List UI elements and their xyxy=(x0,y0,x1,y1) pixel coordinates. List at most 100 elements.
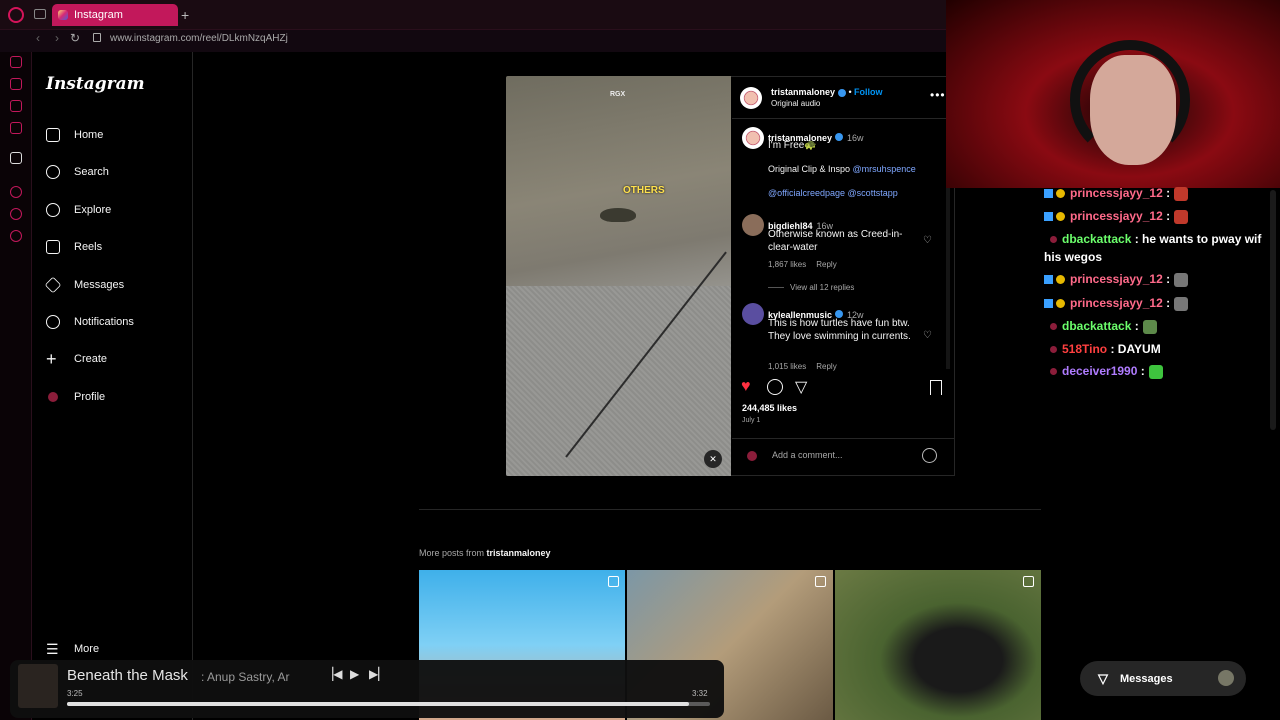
reply-button[interactable]: Reply xyxy=(816,362,836,371)
previous-track-icon[interactable]: ▕◀ xyxy=(324,667,342,681)
instagram-sidebar xyxy=(33,52,193,720)
chat-username[interactable]: princessjayy_12 xyxy=(1070,296,1163,310)
new-tab-button[interactable]: + xyxy=(181,7,189,23)
comment-meta: 1,867 likes Reply xyxy=(768,260,847,269)
play-icon[interactable]: ▶ xyxy=(350,667,359,681)
caption-avatar[interactable] xyxy=(742,127,764,149)
nav-item-home[interactable]: Home xyxy=(46,125,103,145)
mute-icon[interactable]: ✕ xyxy=(704,450,722,468)
chat-text: : DAYUM xyxy=(1107,342,1161,356)
tab-instagram[interactable]: Instagram xyxy=(52,4,178,26)
next-track-icon[interactable]: ▶▏ xyxy=(369,667,387,681)
reels-icon xyxy=(46,240,60,254)
more-posts-user[interactable]: tristanmaloney xyxy=(487,548,551,558)
emoji-icon[interactable] xyxy=(922,448,937,463)
comment-icon[interactable] xyxy=(767,379,783,395)
nav-item-label: Explore xyxy=(74,204,112,216)
mention-link[interactable]: @officialcreedpage xyxy=(768,188,845,198)
tab-switcher-icon[interactable] xyxy=(34,9,46,19)
page-scrollbar[interactable] xyxy=(1270,190,1276,430)
mention-link[interactable]: @scottstapp xyxy=(848,188,898,198)
plus-icon: + xyxy=(46,349,57,369)
nav-item-label: Create xyxy=(74,353,108,365)
comment-input[interactable]: Add a comment... xyxy=(772,450,843,460)
chat-text: : xyxy=(1162,272,1171,286)
more-posts-prefix: More posts from xyxy=(419,548,487,558)
history-icon[interactable] xyxy=(10,208,22,220)
chat-username[interactable]: princessjayy_12 xyxy=(1070,272,1163,286)
follow-button[interactable]: Follow xyxy=(854,87,883,97)
subscriber-badge-icon xyxy=(1044,299,1053,309)
comment-like-icon[interactable]: ♡ xyxy=(923,330,932,341)
avatar xyxy=(747,451,757,461)
nav-item-notifications[interactable]: Notifications xyxy=(46,312,134,332)
nav-item-search[interactable]: Search xyxy=(46,162,109,182)
share-icon[interactable]: ▽ xyxy=(795,377,807,397)
caption-credits-prefix: Original Clip & Inspo xyxy=(768,164,853,174)
view-replies[interactable]: View all 12 replies xyxy=(768,283,864,292)
more-options-icon[interactable]: ••• xyxy=(930,88,946,102)
nav-item-reels[interactable]: Reels xyxy=(46,237,102,257)
reload-icon[interactable]: ↻ xyxy=(70,31,80,45)
view-replies-label[interactable]: View all 12 replies xyxy=(790,283,854,292)
comment-likes[interactable]: 1,867 likes xyxy=(768,260,806,269)
bookmark-icon[interactable] xyxy=(930,380,942,395)
comment-avatar[interactable] xyxy=(742,214,764,236)
subscriber-badge-icon xyxy=(1044,275,1053,285)
time-elapsed: 3:25 xyxy=(67,689,83,698)
audio-label[interactable]: Original audio xyxy=(771,99,820,108)
comment-avatar[interactable] xyxy=(742,303,764,325)
reel-badge-icon xyxy=(1023,576,1034,587)
chat-username[interactable]: dbackattack xyxy=(1062,232,1131,246)
comment-likes[interactable]: 1,015 likes xyxy=(768,362,806,371)
chat-username[interactable]: princessjayy_12 xyxy=(1070,186,1163,200)
sidebar-app-icon[interactable] xyxy=(10,186,22,198)
chat-text: : xyxy=(1162,296,1171,310)
author-name[interactable]: tristanmaloney • xyxy=(771,87,852,97)
post-thumbnail[interactable] xyxy=(835,570,1041,720)
chat-message: princessjayy_12 : xyxy=(1044,294,1270,312)
chat-message: princessjayy_12 : xyxy=(1044,184,1270,202)
nav-item-messages[interactable]: Messages xyxy=(44,275,124,295)
user-badge-icon xyxy=(1050,236,1057,244)
messages-label: Messages xyxy=(1120,672,1173,685)
opera-sidebar xyxy=(0,52,32,720)
sidebar-app-icon[interactable] xyxy=(10,100,22,112)
sidebar-app-icon[interactable] xyxy=(10,56,22,68)
instagram-logo[interactable]: Instagram xyxy=(46,74,145,94)
nav-item-explore[interactable]: Explore xyxy=(46,200,111,220)
bits-badge-icon xyxy=(1056,275,1065,285)
lock-icon xyxy=(93,33,101,42)
sidebar-app-icon[interactable] xyxy=(10,152,22,164)
chat-username[interactable]: deceiver1990 xyxy=(1062,364,1137,378)
sidebar-app-icon[interactable] xyxy=(10,122,22,134)
sidebar-app-icon[interactable] xyxy=(10,78,22,90)
mention-link[interactable]: @mrsuhspence xyxy=(853,164,916,174)
heart-icon xyxy=(46,315,60,329)
chat-username[interactable]: dbackattack xyxy=(1062,319,1131,333)
comment-like-icon[interactable]: ♡ xyxy=(923,235,932,246)
settings-icon[interactable] xyxy=(10,230,22,242)
reel-video[interactable] xyxy=(506,76,731,476)
back-icon[interactable]: ‹ xyxy=(36,31,40,45)
opera-logo-icon[interactable] xyxy=(8,7,24,23)
reply-button[interactable]: Reply xyxy=(816,260,836,269)
chat-username[interactable]: 518Tino xyxy=(1062,342,1107,356)
bits-badge-icon xyxy=(1056,299,1065,309)
comment-text: Otherwise known as Creed-in-clear-water xyxy=(768,229,903,253)
nav-item-create[interactable]: + Create xyxy=(46,349,107,369)
likes-count[interactable]: 244,485 likes xyxy=(742,403,797,413)
verified-icon xyxy=(835,132,844,141)
chat-username[interactable]: princessjayy_12 xyxy=(1070,209,1163,223)
nav-item-label: Home xyxy=(74,129,104,141)
nav-item-profile[interactable]: Profile xyxy=(46,387,105,407)
author-username[interactable]: tristanmaloney xyxy=(771,87,835,97)
url-input[interactable]: www.instagram.com/reel/DLkmNzqAHZj xyxy=(110,33,288,44)
author-avatar[interactable] xyxy=(740,87,762,109)
nav-item-label: Search xyxy=(74,166,109,178)
search-icon xyxy=(46,165,60,179)
like-icon[interactable]: ♥ xyxy=(741,378,751,396)
nav-item-more[interactable]: ☰ More xyxy=(46,639,99,659)
forward-icon[interactable]: › xyxy=(55,31,59,45)
chat-message: 518Tino : DAYUM xyxy=(1044,340,1270,358)
